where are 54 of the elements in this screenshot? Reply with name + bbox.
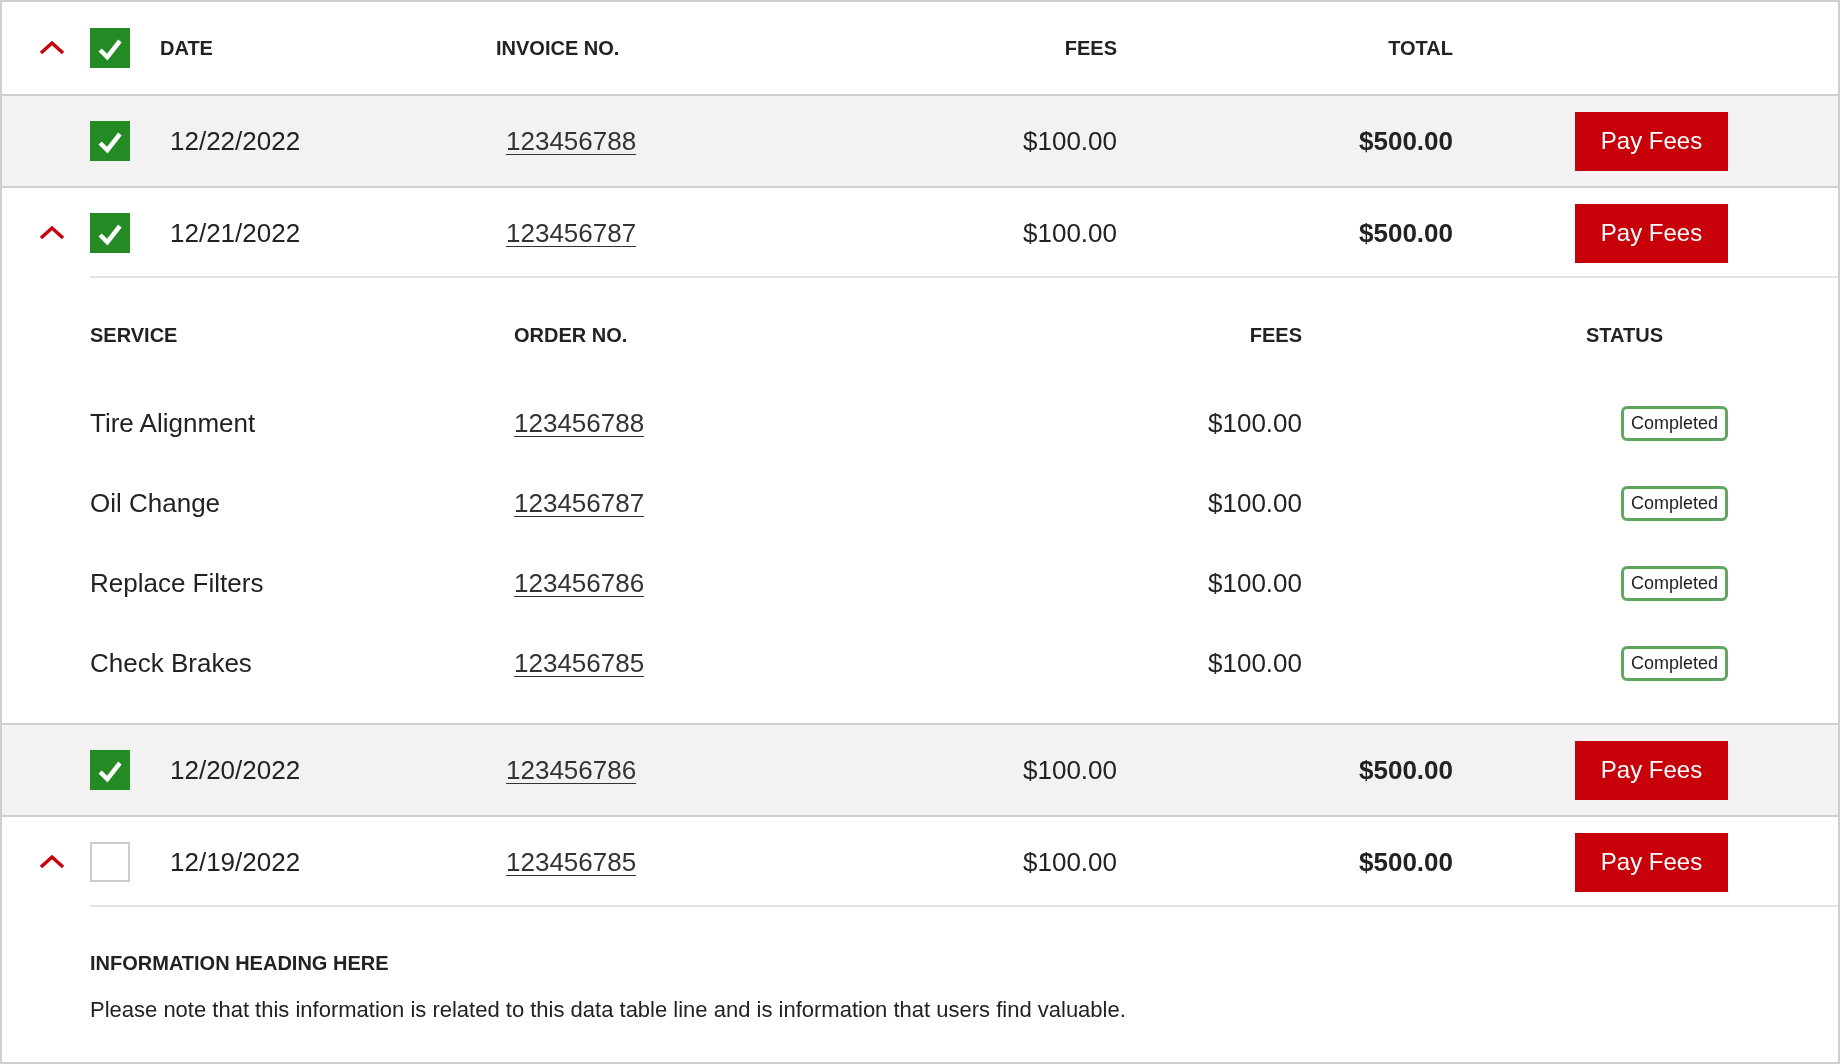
checkbox[interactable] [90,750,130,790]
status-badge: Completed [1620,565,1728,601]
column-header: STATUS [1584,323,1664,347]
date-cell-text: 12/19/2022 [169,846,302,878]
fees-cell-text: $100.00 [1022,846,1117,878]
column-header: SERVICE [90,323,179,347]
status-badge: Completed [1620,485,1728,521]
column-header: DATE [159,36,214,60]
pay-fees-button[interactable]: Pay Fees [1575,832,1728,892]
checkbox[interactable] [90,121,130,161]
order-link[interactable]: 123456785 [514,647,645,678]
fees-cell-text: $100.00 [1022,125,1117,157]
invoice-link[interactable]: 123456787 [506,217,637,248]
invoice-link[interactable]: 123456786 [506,754,637,785]
fees-cell-text: $100.00 [1022,217,1117,249]
invoice-link[interactable]: 123456785 [506,846,637,877]
column-header: FEES [1248,323,1302,347]
info-text: Please note that this information is related to this data table line and is information that users find valuable. [90,997,1127,1023]
order-link[interactable]: 123456788 [514,407,645,438]
service-cell-text: Tire Alignment [90,407,257,439]
total-cell-text: $500.00 [1358,754,1453,786]
pay-fees-button[interactable]: Pay Fees [1575,203,1728,263]
date-cell-text: 12/21/2022 [169,217,302,249]
total-cell-text: $500.00 [1358,217,1453,249]
fees-cell-text: $100.00 [1207,567,1302,599]
service-cell-text: Replace Filters [90,567,265,599]
column-header: FEES [1063,36,1117,60]
order-link[interactable]: 123456786 [514,567,645,598]
fees-cell-text: $100.00 [1022,754,1117,786]
checkbox[interactable] [90,213,130,253]
pay-fees-button[interactable]: Pay Fees [1575,740,1728,800]
fees-cell-text: $100.00 [1207,407,1302,439]
service-cell-text: Check Brakes [90,647,253,679]
column-header: TOTAL [1387,36,1453,60]
pay-fees-button[interactable]: Pay Fees [1575,111,1728,171]
checkbox[interactable] [90,28,130,68]
collapse-chevron-icon[interactable] [39,40,65,56]
checkbox[interactable] [90,842,130,882]
invoice-link[interactable]: 123456788 [506,125,637,156]
total-cell-text: $500.00 [1358,125,1453,157]
column-header: INVOICE NO. [496,36,621,60]
date-cell-text: 12/20/2022 [169,754,302,786]
date-cell-text: 12/22/2022 [169,125,302,157]
total-cell-text: $500.00 [1358,846,1453,878]
order-link[interactable]: 123456787 [514,487,645,518]
fees-cell-text: $100.00 [1207,487,1302,519]
info-heading: INFORMATION HEADING HERE [90,952,390,975]
collapse-chevron-icon[interactable] [39,225,65,241]
collapse-chevron-icon[interactable] [39,854,65,870]
status-badge: Completed [1620,405,1728,441]
service-cell-text: Oil Change [90,487,222,519]
status-badge: Completed [1620,645,1728,681]
column-header: ORDER NO. [514,323,629,347]
fees-cell-text: $100.00 [1207,647,1302,679]
